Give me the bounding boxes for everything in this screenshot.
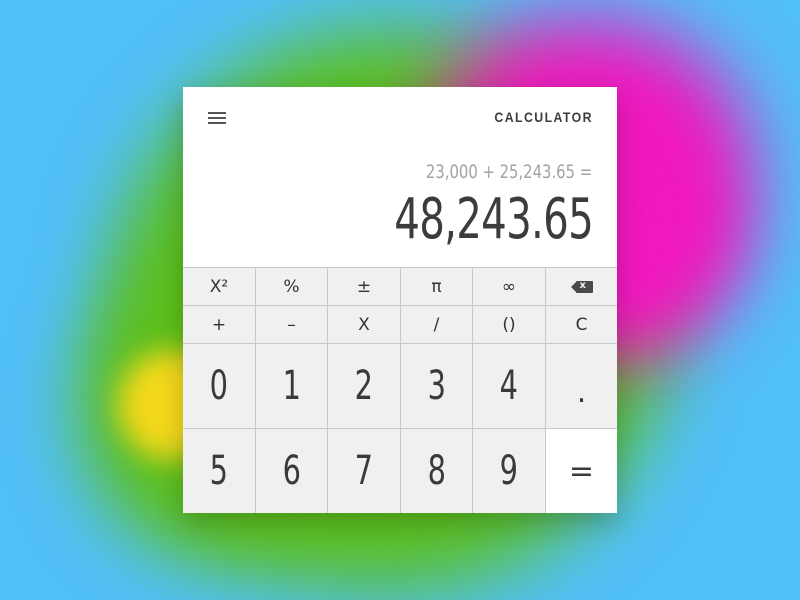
digit-label: 2 (354, 363, 374, 409)
digit-6-key[interactable]: 6 (256, 428, 328, 513)
digit-2-key[interactable]: 2 (328, 343, 401, 428)
digit-label: 5 (209, 448, 229, 494)
subtract-key[interactable]: – (256, 305, 328, 343)
digit-label: 8 (427, 448, 446, 494)
header: CALCULATOR (183, 87, 617, 147)
app-title: CALCULATOR (494, 109, 593, 125)
digit-5-key[interactable]: 5 (183, 428, 256, 513)
digit-label: 4 (499, 363, 519, 409)
digit-7-key[interactable]: 7 (328, 428, 401, 513)
pi-key[interactable]: π (401, 267, 473, 305)
backspace-key[interactable]: x (546, 267, 617, 305)
calculator-card: CALCULATOR 23,000 + 25,243.65 = 48,243.6… (183, 87, 617, 513)
digit-4-key[interactable]: 4 (473, 343, 546, 428)
digit-label: 6 (282, 448, 301, 494)
equals-key[interactable]: = (546, 428, 617, 513)
digit-label: 7 (354, 448, 374, 494)
backspace-icon: x (570, 280, 593, 293)
hamburger-menu-icon[interactable] (208, 112, 226, 125)
digit-8-key[interactable]: 8 (401, 428, 473, 513)
plus-minus-key[interactable]: ± (328, 267, 401, 305)
digit-label: 1 (282, 363, 301, 409)
digit-label: 3 (427, 363, 446, 409)
decimal-key[interactable]: . (546, 343, 617, 428)
result-display: 48,243.65 (394, 187, 593, 252)
expression-display: 23,000 + 25,243.65 = (425, 161, 592, 183)
multiply-key[interactable]: X (328, 305, 401, 343)
square-key[interactable]: X² (183, 267, 256, 305)
clear-key[interactable]: C (546, 305, 617, 343)
percent-key[interactable]: % (256, 267, 328, 305)
infinity-key[interactable]: ∞ (473, 267, 546, 305)
parentheses-key[interactable]: () (473, 305, 546, 343)
keypad: X² % ± π ∞ x + – X / () C 0 1 2 3 4 . 5 … (183, 267, 617, 513)
divide-key[interactable]: / (401, 305, 473, 343)
digit-label: 0 (209, 363, 229, 409)
add-key[interactable]: + (183, 305, 256, 343)
digit-label: 9 (499, 448, 519, 494)
digit-9-key[interactable]: 9 (473, 428, 546, 513)
digit-1-key[interactable]: 1 (256, 343, 328, 428)
digit-0-key[interactable]: 0 (183, 343, 256, 428)
digit-3-key[interactable]: 3 (401, 343, 473, 428)
